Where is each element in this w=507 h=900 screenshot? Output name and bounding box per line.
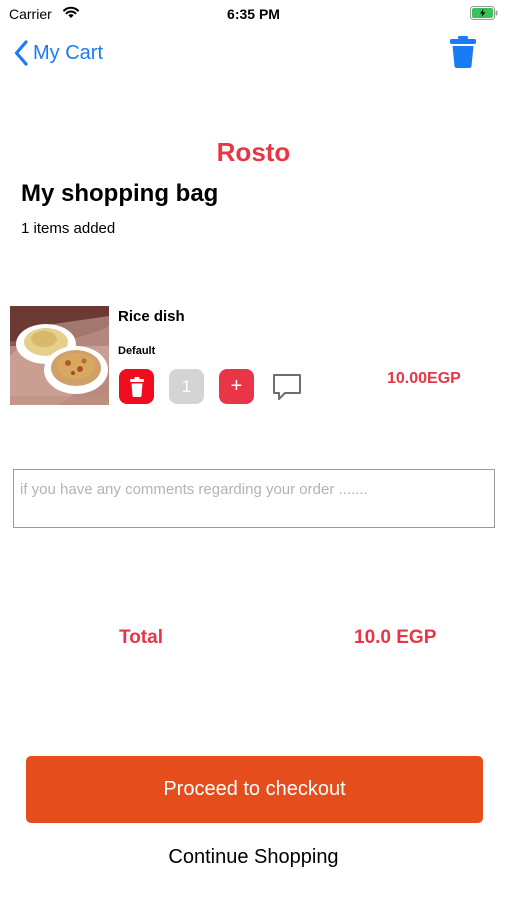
back-button-label: My Cart [33,41,103,64]
item-comment-button[interactable] [271,371,303,403]
page-title: My shopping bag [21,180,219,207]
item-price: 10.00EGP [387,370,461,387]
restaurant-name: Rosto [216,137,291,167]
back-button[interactable]: My Cart [14,38,103,68]
chevron-left-icon [14,40,28,66]
comment-icon [273,374,301,400]
item-variant: Default [118,345,156,357]
status-bar: Carrier 6:35 PM [0,0,507,28]
total-value: 10.0 EGP [354,627,437,648]
battery-icon [470,6,498,20]
item-name: Rice dish [118,308,185,325]
trash-icon [129,376,144,397]
trash-icon[interactable] [448,36,478,68]
total-label: Total [119,627,163,648]
increase-quantity-button[interactable]: + [219,369,254,404]
checkout-button[interactable]: Proceed to checkout [26,756,483,823]
continue-shopping-button[interactable]: Continue Shopping [0,846,507,869]
items-count: 1 items added [21,220,116,237]
order-comments-input[interactable] [13,469,495,528]
quantity-value: 1 [169,369,204,404]
remove-item-button[interactable] [119,369,154,404]
item-image [10,306,109,405]
clock: 6:35 PM [227,6,280,22]
